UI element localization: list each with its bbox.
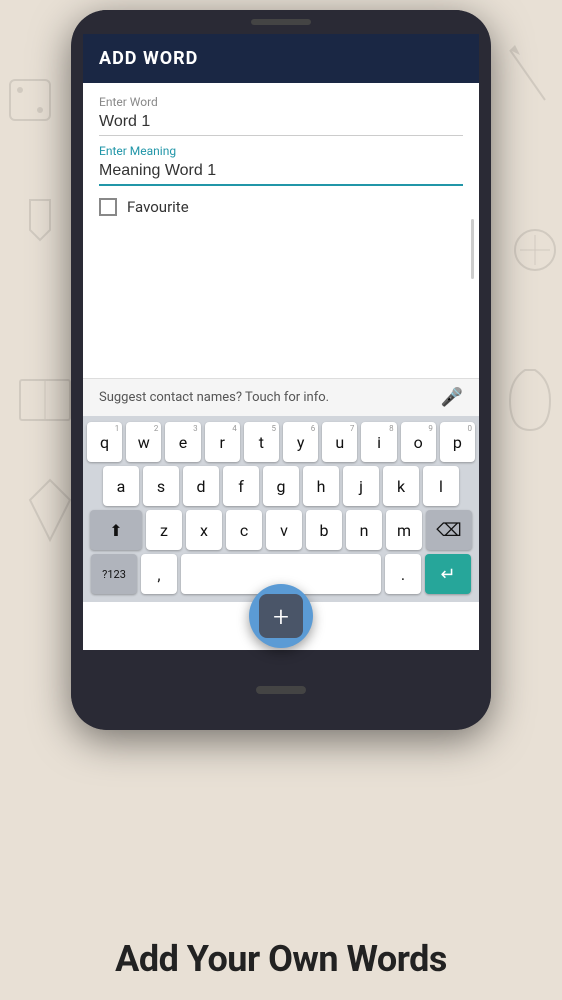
key-l[interactable]: l <box>423 466 459 506</box>
form-spacer <box>83 228 479 378</box>
home-button[interactable] <box>256 686 306 694</box>
word-field: Enter Word <box>99 95 463 136</box>
phone-bottom <box>71 650 491 730</box>
keyboard-row-1: 1q 2w 3e 4r 5t 6y 7u <box>87 422 475 462</box>
key-p[interactable]: 0p <box>440 422 475 462</box>
key-period[interactable]: . <box>385 554 421 594</box>
meaning-label: Enter Meaning <box>99 144 463 158</box>
key-shift[interactable]: ⬆ <box>90 510 142 550</box>
favourite-label: Favourite <box>127 198 189 216</box>
form-area: Enter Word Enter Meaning Favourite <box>83 83 479 228</box>
key-c[interactable]: c <box>226 510 262 550</box>
key-num[interactable]: ?123 <box>91 554 137 594</box>
key-n[interactable]: n <box>346 510 382 550</box>
bottom-text: Add Your Own Words <box>0 938 562 980</box>
keyboard-row-2: a s d f g h j k l <box>87 466 475 506</box>
fab-button[interactable]: + <box>249 584 313 648</box>
keyboard-suggestion-bar[interactable]: Suggest contact names? Touch for info. 🎤 <box>83 378 479 416</box>
fab-container: + <box>249 584 313 648</box>
phone-screen: ADD WORD Enter Word Enter Meaning Favour… <box>83 34 479 650</box>
meaning-input[interactable] <box>99 160 463 186</box>
key-b[interactable]: b <box>306 510 342 550</box>
fab-icon: + <box>259 594 303 638</box>
key-o[interactable]: 9o <box>401 422 436 462</box>
phone-speaker <box>251 19 311 25</box>
word-input[interactable] <box>99 111 463 136</box>
key-backspace[interactable]: ⌫ <box>426 510 472 550</box>
key-v[interactable]: v <box>266 510 302 550</box>
key-f[interactable]: f <box>223 466 259 506</box>
phone-frame: ADD WORD Enter Word Enter Meaning Favour… <box>71 10 491 730</box>
key-e[interactable]: 3e <box>165 422 200 462</box>
keyboard-row-3: ⬆ z x c v b n m ⌫ <box>87 510 475 550</box>
key-t[interactable]: 5t <box>244 422 279 462</box>
key-z[interactable]: z <box>146 510 182 550</box>
key-d[interactable]: d <box>183 466 219 506</box>
word-label: Enter Word <box>99 95 463 109</box>
keyboard: 1q 2w 3e 4r 5t 6y 7u <box>83 416 479 602</box>
key-x[interactable]: x <box>186 510 222 550</box>
key-u[interactable]: 7u <box>322 422 357 462</box>
app-title: ADD WORD <box>99 48 198 69</box>
key-w[interactable]: 2w <box>126 422 161 462</box>
key-k[interactable]: k <box>383 466 419 506</box>
key-r[interactable]: 4r <box>205 422 240 462</box>
key-g[interactable]: g <box>263 466 299 506</box>
key-y[interactable]: 6y <box>283 422 318 462</box>
meaning-field: Enter Meaning <box>99 144 463 186</box>
app-header: ADD WORD <box>83 34 479 83</box>
scrollbar[interactable] <box>471 219 474 279</box>
phone-top-bar <box>71 10 491 34</box>
key-j[interactable]: j <box>343 466 379 506</box>
mic-icon[interactable]: 🎤 <box>441 387 463 408</box>
key-a[interactable]: a <box>103 466 139 506</box>
favourite-checkbox[interactable] <box>99 198 117 216</box>
suggestion-text: Suggest contact names? Touch for info. <box>99 390 329 405</box>
key-m[interactable]: m <box>386 510 422 550</box>
favourite-row[interactable]: Favourite <box>99 198 463 216</box>
key-h[interactable]: h <box>303 466 339 506</box>
key-enter[interactable]: ↵ <box>425 554 471 594</box>
key-q[interactable]: 1q <box>87 422 122 462</box>
key-s[interactable]: s <box>143 466 179 506</box>
key-i[interactable]: 8i <box>361 422 396 462</box>
key-comma[interactable]: , <box>141 554 177 594</box>
